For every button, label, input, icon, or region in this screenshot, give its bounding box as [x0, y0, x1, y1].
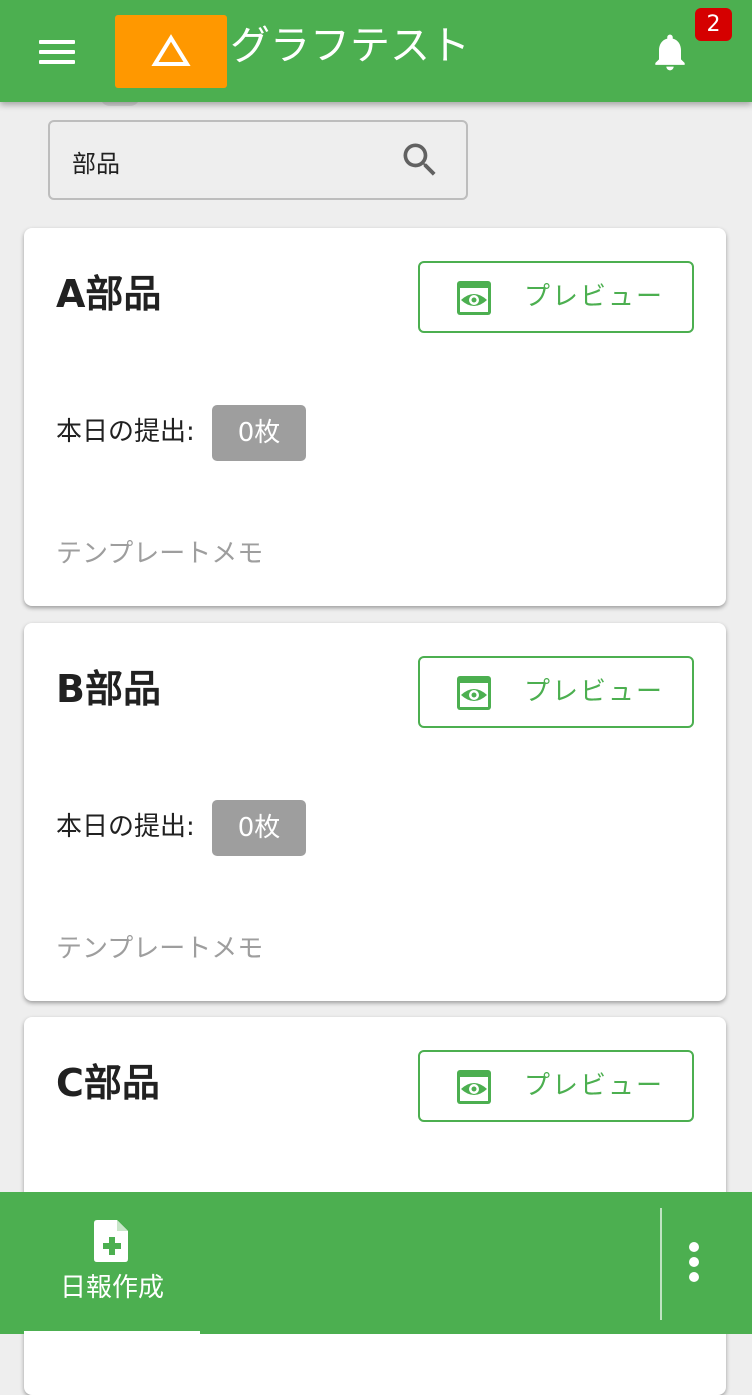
hamburger-menu-icon[interactable]	[36, 36, 80, 68]
search-icon[interactable]	[398, 138, 442, 182]
preview-label: プレビュー	[524, 677, 665, 707]
preview-button[interactable]: プレビュー	[418, 261, 694, 333]
bell-icon[interactable]	[648, 30, 692, 74]
card-title: B部品	[56, 667, 161, 711]
eye-icon	[457, 281, 491, 315]
template-memo: テンプレートメモ	[56, 934, 264, 964]
add-document-icon	[94, 1220, 128, 1262]
template-memo: テンプレートメモ	[56, 539, 264, 569]
preview-label: プレビュー	[524, 282, 665, 312]
app-header: グラフテスト 2	[0, 0, 752, 102]
nav-divider	[660, 1208, 662, 1320]
template-card: A部品 プレビュー 本日の提出: 0枚 テンプレートメモ	[24, 228, 726, 606]
preview-label: プレビュー	[524, 1071, 665, 1101]
more-vertical-icon[interactable]	[676, 1242, 712, 1286]
preview-button[interactable]: プレビュー	[418, 1050, 694, 1122]
template-card: B部品 プレビュー 本日の提出: 0枚 テンプレートメモ	[24, 623, 726, 1001]
preview-button[interactable]: プレビュー	[418, 656, 694, 728]
submission-label: 本日の提出:	[56, 417, 195, 447]
eye-icon	[457, 676, 491, 710]
submission-label: 本日の提出:	[56, 812, 195, 842]
create-daily-report-button[interactable]: 日報作成	[24, 1192, 200, 1334]
eye-icon	[457, 1070, 491, 1104]
notification-badge: 2	[695, 8, 732, 41]
triangle-logo-icon	[115, 15, 227, 88]
create-daily-report-label: 日報作成	[59, 1273, 164, 1303]
card-title: A部品	[56, 272, 162, 316]
card-title: C部品	[56, 1061, 160, 1105]
bottom-navigation: 日報作成	[0, 1192, 752, 1334]
app-title: グラフテスト	[230, 23, 470, 69]
search-input[interactable]	[72, 142, 372, 180]
submission-count-chip: 0枚	[212, 800, 306, 856]
submission-count-chip: 0枚	[212, 405, 306, 461]
